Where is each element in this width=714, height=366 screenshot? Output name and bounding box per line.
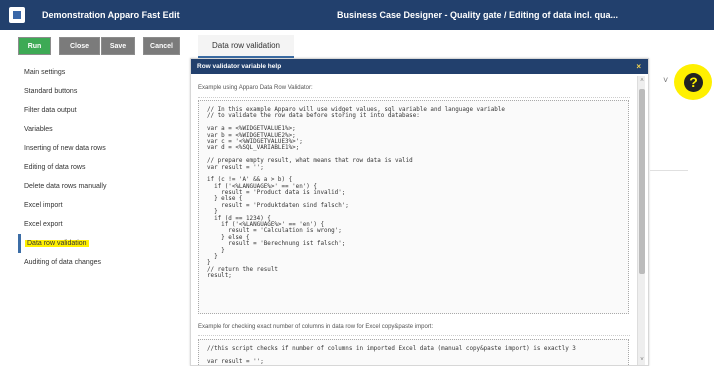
close-icon[interactable]: × xyxy=(636,59,641,74)
sidebar-item-label: Variables xyxy=(24,126,53,133)
panel-divider xyxy=(650,170,688,171)
section-divider xyxy=(198,97,630,98)
sidebar-item-standard-buttons[interactable]: Standard buttons xyxy=(18,82,182,101)
sidebar-item-label: Auditing of data changes xyxy=(24,259,102,266)
sidebar-item-data-row-validation[interactable]: Data row validation xyxy=(18,234,182,253)
section-2-intro: Example for checking exact number of col… xyxy=(198,324,434,330)
sidebar-item-excel-import[interactable]: Excel import xyxy=(18,196,182,215)
save-button[interactable]: Save xyxy=(101,37,135,55)
help-icon[interactable]: ? xyxy=(684,73,703,92)
run-button[interactable]: Run xyxy=(18,37,51,55)
sidebar-item-label: Excel import xyxy=(24,202,63,209)
sidebar-item-label: Data row validation xyxy=(25,240,89,247)
row-validator-help-modal: Row validator variable help × Example us… xyxy=(190,58,649,366)
sidebar-item-label: Filter data output xyxy=(24,107,77,114)
app-title: Demonstration Apparo Fast Edit xyxy=(42,10,180,20)
sidebar-item-label: Excel export xyxy=(24,221,63,228)
window-title: Business Case Designer - Quality gate / … xyxy=(337,10,619,20)
section-divider xyxy=(198,335,630,336)
sidebar-item-filter-data-output[interactable]: Filter data output xyxy=(18,101,182,120)
app-icon xyxy=(9,7,25,23)
sidebar-item-editing-data-rows[interactable]: Editing of data rows xyxy=(18,158,182,177)
modal-title: Row validator variable help xyxy=(197,63,282,70)
sidebar-item-delete-data-rows[interactable]: Delete data rows manually xyxy=(18,177,182,196)
sidebar-item-main-settings[interactable]: Main settings xyxy=(18,63,182,82)
sidebar-item-label: Editing of data rows xyxy=(24,164,86,171)
modal-scrollbar[interactable]: ˄ ˅ xyxy=(637,76,645,365)
sidebar-item-auditing-data-changes[interactable]: Auditing of data changes xyxy=(18,253,182,272)
code-example-2: //this script checks if number of column… xyxy=(198,339,629,365)
code-line: result; xyxy=(207,273,232,280)
close-button[interactable]: Close xyxy=(59,37,100,55)
cancel-button[interactable]: Cancel xyxy=(143,37,180,55)
sidebar-item-inserting-new-data-rows[interactable]: Inserting of new data rows xyxy=(18,139,182,158)
sidebar-item-label: Main settings xyxy=(24,69,66,76)
modal-intro: Example using Apparo Data Row Validator: xyxy=(198,85,313,91)
scroll-up-arrow-icon[interactable]: ˄ xyxy=(639,78,645,84)
tab-data-row-validation[interactable]: Data row validation xyxy=(198,35,294,58)
code-line: //this script checks if number of column… xyxy=(207,346,576,352)
chevron-down-icon[interactable]: ˅ xyxy=(663,75,668,85)
settings-sidebar: Main settings Standard buttons Filter da… xyxy=(18,63,182,278)
code-example-1: // In this example Apparo will use widge… xyxy=(198,100,629,314)
code-line: var result = ''; xyxy=(207,358,264,365)
scrollbar-thumb[interactable] xyxy=(639,89,645,274)
sidebar-item-label: Delete data rows manually xyxy=(24,183,107,190)
sidebar-item-variables[interactable]: Variables xyxy=(18,120,182,139)
title-bar: Demonstration Apparo Fast Edit Business … xyxy=(0,0,714,30)
scroll-down-arrow-icon[interactable]: ˅ xyxy=(639,357,645,363)
sidebar-item-excel-export[interactable]: Excel export xyxy=(18,215,182,234)
sidebar-item-label: Inserting of new data rows xyxy=(24,145,106,152)
modal-header: Row validator variable help × xyxy=(191,59,648,74)
sidebar-item-label: Standard buttons xyxy=(24,88,78,95)
